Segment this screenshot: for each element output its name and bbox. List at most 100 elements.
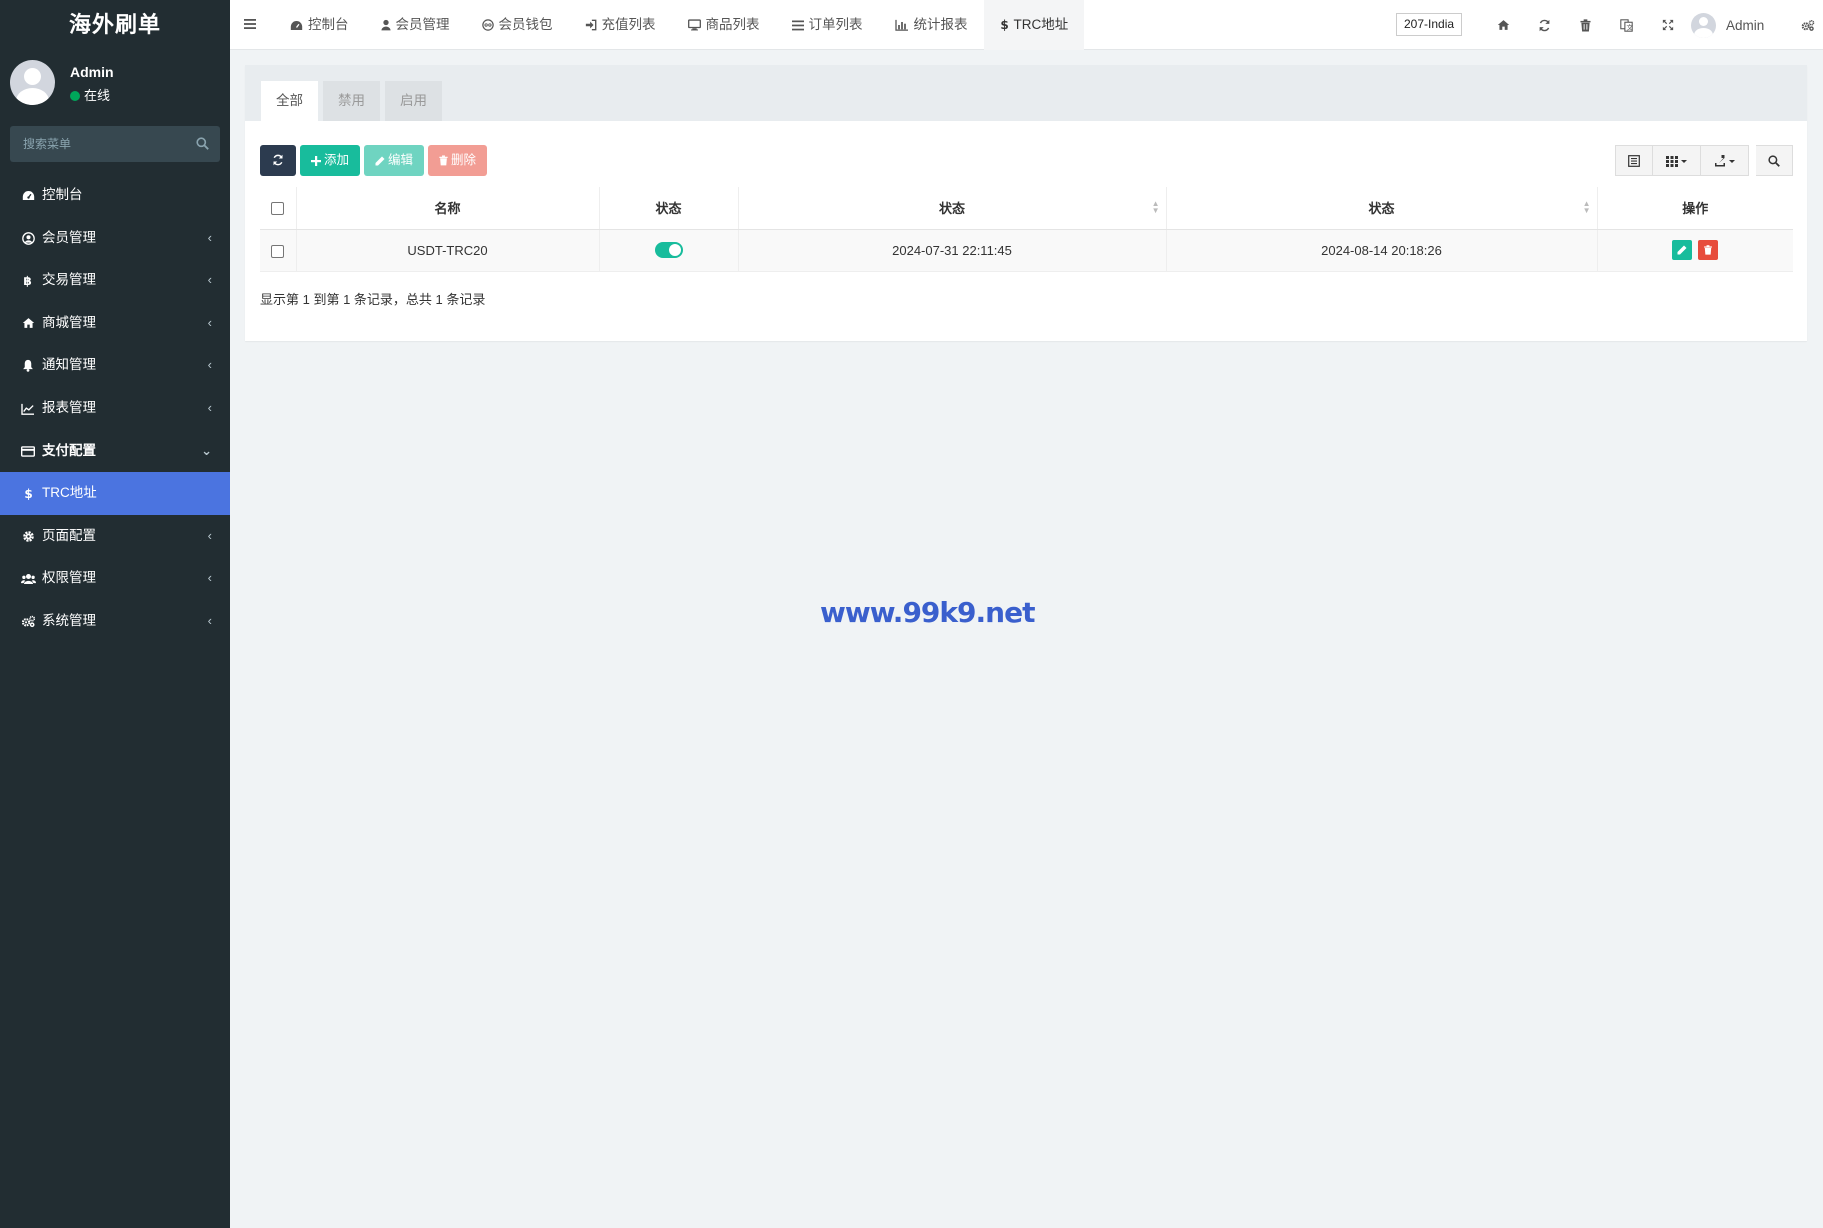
grid-icon: [1665, 155, 1687, 167]
svg-text:$: $: [24, 487, 32, 500]
table-row[interactable]: USDT-TRC20 2024-07-31 22:11:45 2024-08-1…: [260, 229, 1793, 272]
server-badge[interactable]: 207-India: [1396, 13, 1463, 36]
plus-icon: [311, 156, 321, 166]
user-circle-icon: [20, 217, 36, 260]
filter-tab-all[interactable]: 全部: [261, 81, 318, 121]
created-time-cell: 2024-07-31 22:11:45: [737, 229, 1166, 272]
tab-label: 会员钱包: [498, 17, 553, 32]
column-header[interactable]: 名称: [295, 187, 599, 230]
chevron-left-icon: ‹: [207, 612, 212, 628]
sidebar-item-reports[interactable]: 报表管理 ‹: [0, 387, 230, 430]
sidebar-item-members[interactable]: 会员管理 ‹: [0, 217, 230, 260]
fullscreen-button[interactable]: [1647, 0, 1688, 50]
dashboard-icon: [290, 21, 303, 30]
column-header-label: 状态: [938, 201, 965, 217]
delete-button[interactable]: 删除: [428, 145, 488, 176]
pagination-info: 显示第 1 到第 1 条记录，总共 1 条记录: [260, 292, 486, 307]
tab-member-wallet[interactable]: 会员钱包: [466, 0, 569, 50]
language-button[interactable]: 文: [1606, 0, 1647, 50]
tab-statistics[interactable]: 统计报表: [879, 0, 984, 50]
sidebar-item-system[interactable]: 系统管理 ‹: [0, 600, 230, 643]
search-button[interactable]: [1756, 145, 1793, 176]
dashboard-icon: [20, 174, 36, 217]
gear-icon: [20, 515, 36, 558]
sidebar-item-label: 商城管理: [42, 314, 96, 330]
sidebar-item-trc-address[interactable]: $ TRC地址: [0, 472, 230, 515]
sidebar-item-label: 权限管理: [42, 570, 96, 586]
select-all-checkbox[interactable]: [271, 202, 285, 216]
chevron-left-icon: ‹: [207, 570, 212, 586]
sidebar-item-notice[interactable]: 通知管理 ‹: [0, 344, 230, 387]
name-cell: USDT-TRC20: [295, 229, 599, 272]
trash-icon: [1704, 245, 1712, 255]
chevron-left-icon: ‹: [207, 314, 212, 330]
edit-button[interactable]: 编辑: [364, 145, 425, 176]
sidebar-item-payment[interactable]: 支付配置 ⌄: [0, 430, 230, 473]
sort-icon: ▲ ▼: [1582, 199, 1591, 215]
tab-trc-address[interactable]: $ TRC地址: [983, 0, 1085, 50]
brand-logo[interactable]: 海外刷单: [0, 0, 230, 50]
column-header-sortable[interactable]: 状态 ▲ ▼: [1165, 187, 1597, 230]
sidebar: 海外刷单 Admin 在线 控制台 会员管理 ‹ ฿: [0, 0, 230, 1228]
data-table: 名称 状态 状态 ▲ ▼ 状态 ▲ ▼ 操作 USDT-TRC20 2024-0…: [260, 187, 1793, 272]
svg-text:文: 文: [1627, 22, 1634, 31]
chevron-left-icon: ‹: [207, 357, 212, 373]
top-user-name: Admin: [1726, 17, 1765, 33]
gears-icon: [1801, 19, 1815, 31]
row-delete-button[interactable]: [1698, 240, 1719, 260]
tab-dashboard[interactable]: 控制台: [274, 0, 365, 50]
sidebar-item-dashboard[interactable]: 控制台: [0, 174, 230, 217]
status-cell: [598, 229, 738, 272]
toggle-view-button[interactable]: [1615, 145, 1653, 176]
bitcoin-icon: ฿: [20, 259, 36, 302]
home-button[interactable]: [1483, 0, 1524, 50]
online-dot-icon: [70, 91, 80, 101]
content-panel: 全部 禁用 启用 添加 编辑 删除 名称 状态 状态 ▲ ▼ 状态 ▲ ▼ 操作…: [245, 65, 1807, 341]
row-checkbox[interactable]: [271, 244, 285, 258]
tab-product-list[interactable]: 商品列表: [672, 0, 776, 50]
nav-tabs: 控制台 会员管理 会员钱包 充值列表 商品列表 订单列表 统计报表 $ TRC地址: [274, 0, 1085, 50]
add-button[interactable]: 添加: [300, 145, 361, 176]
updated-time-cell: 2024-08-14 20:18:26: [1165, 229, 1597, 272]
operations-cell: [1596, 229, 1793, 272]
filter-tab-disabled[interactable]: 禁用: [323, 81, 380, 121]
user-panel: Admin 在线: [0, 50, 230, 114]
users-icon: [20, 557, 36, 600]
trash-icon: [1580, 18, 1591, 31]
menu-search-input[interactable]: [10, 126, 220, 162]
sidebar-menu: 控制台 会员管理 ‹ ฿ 交易管理 ‹ 商城管理 ‹ 通知管理 ‹ 报表管理 ‹…: [0, 174, 230, 643]
refresh-button[interactable]: [1524, 0, 1565, 50]
refresh-button[interactable]: [260, 145, 296, 176]
search-icon: [1768, 154, 1780, 167]
sidebar-item-permissions[interactable]: 权限管理 ‹: [0, 557, 230, 600]
menu-search: [10, 126, 220, 162]
sidebar-item-label: 支付配置: [42, 442, 96, 458]
sidebar-item-label: TRC地址: [42, 485, 97, 501]
tab-recharge-list[interactable]: 充值列表: [569, 0, 672, 50]
filter-tab-enabled[interactable]: 启用: [385, 81, 442, 121]
tab-label: 商品列表: [705, 17, 760, 32]
column-header-sortable[interactable]: 状态 ▲ ▼: [737, 187, 1166, 230]
user-menu[interactable]: Admin: [1691, 0, 1764, 50]
tab-order-list[interactable]: 订单列表: [776, 0, 879, 50]
sidebar-item-trade[interactable]: ฿ 交易管理 ‹: [0, 259, 230, 302]
settings-button[interactable]: [1793, 0, 1823, 50]
tab-members[interactable]: 会员管理: [365, 0, 466, 50]
row-edit-button[interactable]: [1672, 240, 1693, 260]
sidebar-toggle-icon[interactable]: [244, 17, 258, 31]
sign-in-icon: [585, 19, 596, 31]
credit-card-icon: [20, 430, 36, 473]
export-button[interactable]: [1701, 145, 1749, 176]
sidebar-item-mall[interactable]: 商城管理 ‹: [0, 302, 230, 345]
sidebar-item-label: 页面配置: [42, 527, 96, 543]
sidebar-item-label: 系统管理: [42, 612, 96, 628]
chevron-left-icon: ‹: [207, 229, 212, 245]
columns-button[interactable]: [1653, 145, 1701, 176]
column-header[interactable]: 状态: [598, 187, 738, 230]
search-icon[interactable]: [196, 137, 210, 151]
clear-cache-button[interactable]: [1565, 0, 1606, 50]
status-toggle[interactable]: [654, 242, 683, 259]
translate-icon: 文: [1620, 18, 1634, 32]
bell-icon: [20, 345, 36, 388]
sidebar-item-page-config[interactable]: 页面配置 ‹: [0, 515, 230, 558]
